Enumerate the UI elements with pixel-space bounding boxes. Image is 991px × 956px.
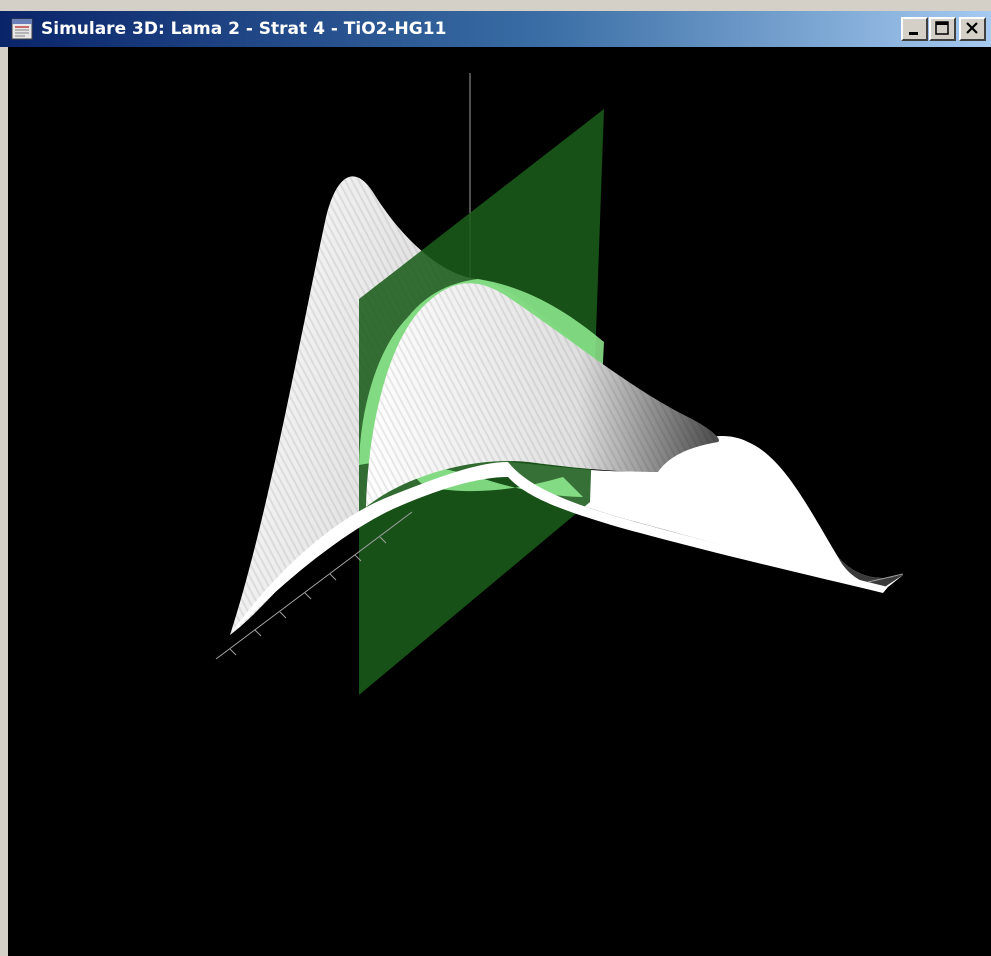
- close-icon: [966, 22, 978, 34]
- title-bar[interactable]: Simulare 3D: Lama 2 - Strat 4 - TiO2-HG1…: [0, 11, 991, 47]
- maximize-button[interactable]: [929, 17, 956, 41]
- simulation-window: Simulare 3D: Lama 2 - Strat 4 - TiO2-HG1…: [0, 0, 991, 956]
- maximize-icon: [935, 21, 949, 35]
- application-window-icon[interactable]: [11, 18, 33, 40]
- minimize-button[interactable]: [901, 17, 928, 41]
- 3d-viewport[interactable]: [8, 47, 991, 956]
- 3d-scene: [215, 73, 904, 695]
- window-title: Simulare 3D: Lama 2 - Strat 4 - TiO2-HG1…: [41, 19, 447, 39]
- close-button[interactable]: [959, 17, 986, 41]
- minimize-icon: [909, 32, 918, 35]
